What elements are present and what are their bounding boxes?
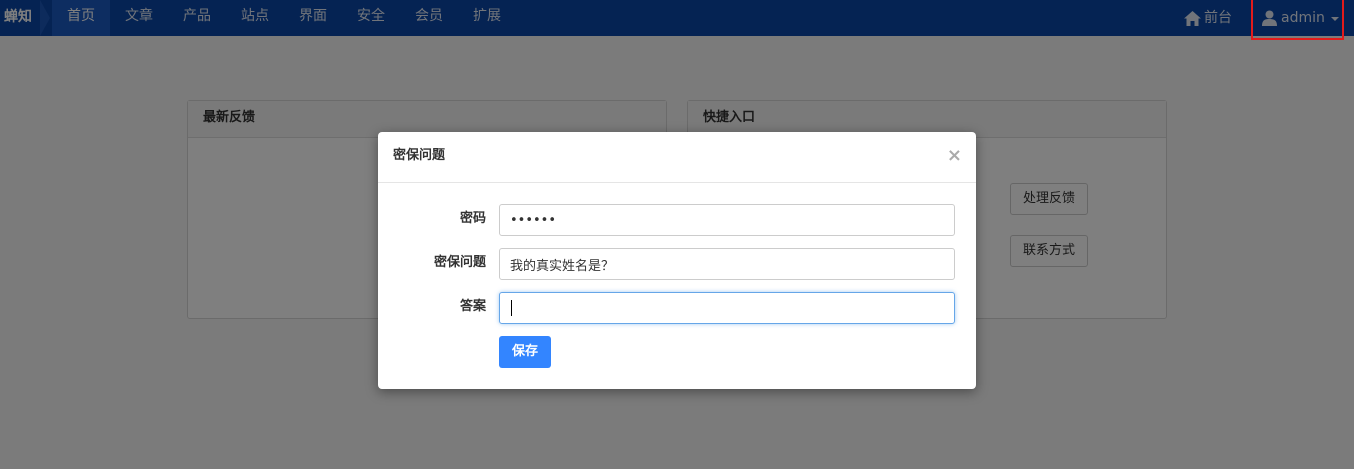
security-question-dialog: 密保问题 × 密码 密保问题 答案 保存 <box>378 132 976 389</box>
question-input[interactable] <box>499 248 955 280</box>
dialog-title: 密保问题 <box>393 148 446 163</box>
answer-label: 答案 <box>459 299 486 314</box>
save-button[interactable]: 保存 <box>499 336 551 368</box>
question-row: 密保问题 <box>378 248 976 280</box>
dialog-header: 密保问题 × <box>378 132 976 183</box>
password-label: 密码 <box>459 211 486 226</box>
question-label: 密保问题 <box>433 255 486 270</box>
answer-row: 答案 <box>378 292 976 324</box>
password-input[interactable] <box>499 204 955 236</box>
close-icon[interactable]: × <box>947 132 962 180</box>
text-cursor <box>511 300 512 316</box>
answer-input[interactable] <box>499 292 955 324</box>
password-row: 密码 <box>378 204 976 236</box>
